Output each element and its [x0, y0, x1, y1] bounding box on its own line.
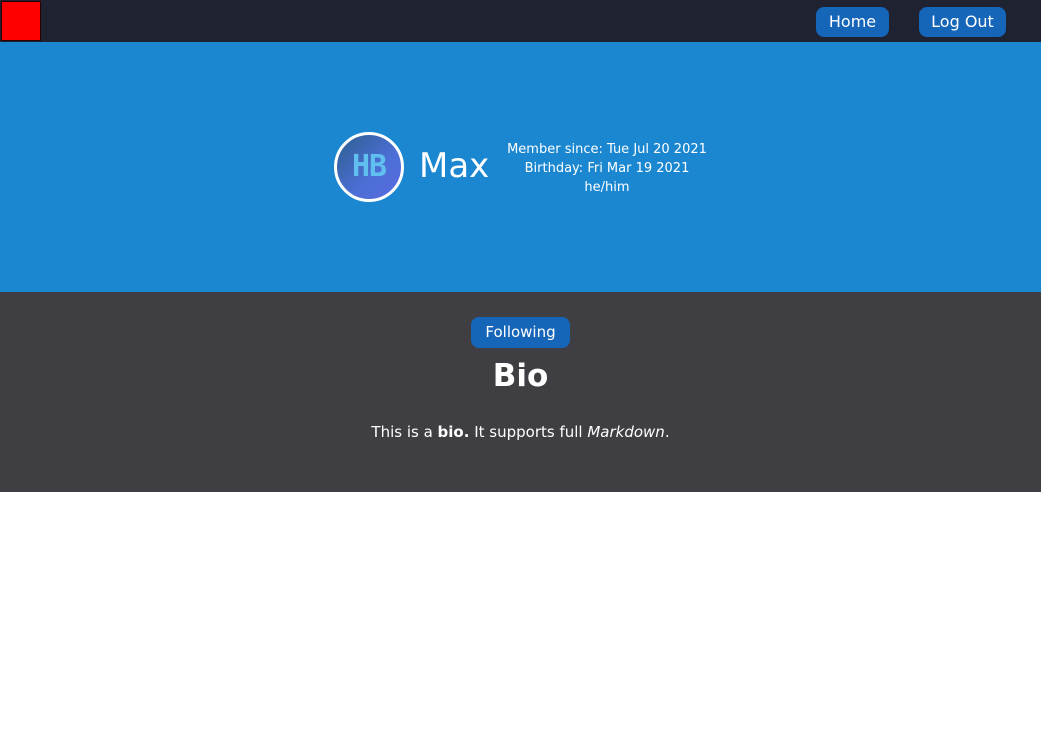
home-button[interactable]: Home: [816, 7, 889, 37]
profile-name: Max: [419, 146, 490, 186]
following-button[interactable]: Following: [471, 317, 570, 348]
avatar: HB: [334, 132, 404, 202]
bio-text-bold: bio.: [437, 423, 470, 441]
birthday: Birthday: Fri Mar 19 2021: [524, 161, 690, 176]
bio-text-part: It supports full: [469, 423, 588, 441]
bio-text-italic: Markdown: [587, 423, 665, 441]
bio-text: This is a bio. It supports full Markdown…: [0, 422, 1041, 442]
member-since: Member since: Tue Jul 20 2021: [507, 142, 707, 157]
pronouns: he/him: [584, 180, 630, 195]
logo[interactable]: [1, 1, 41, 41]
bio-section: Following Bio This is a bio. It supports…: [0, 292, 1041, 492]
profile-header: HB Max Member since: Tue Jul 20 2021 Bir…: [0, 42, 1041, 292]
profile-meta: Member since: Tue Jul 20 2021 Birthday: …: [507, 140, 707, 197]
log-out-button[interactable]: Log Out: [919, 7, 1006, 37]
top-navbar: Home Log Out: [0, 0, 1041, 42]
bio-heading: Bio: [492, 358, 549, 394]
avatar-initials: HB: [351, 149, 387, 184]
bio-text-part: This is a: [371, 423, 438, 441]
bio-text-part: .: [664, 423, 670, 441]
